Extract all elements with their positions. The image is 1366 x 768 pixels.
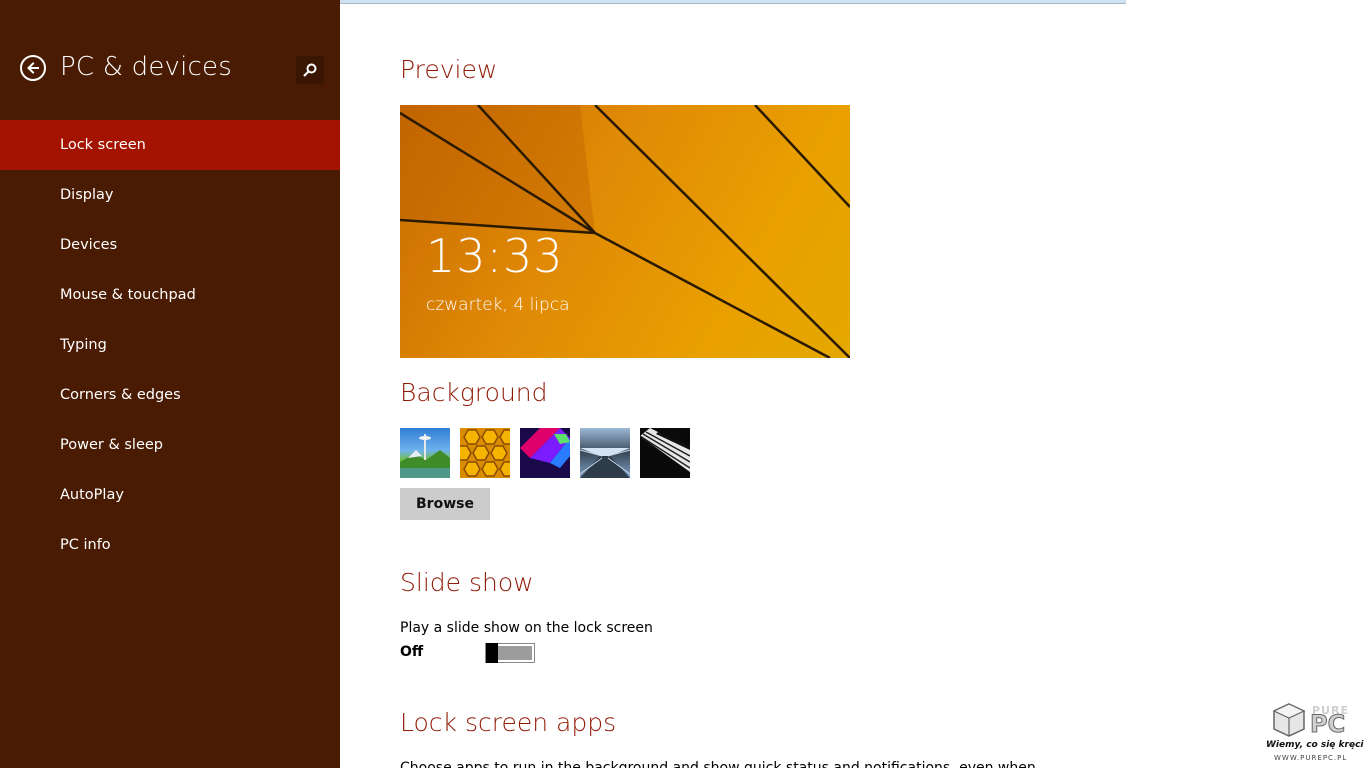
sidebar-title: PC & devices [60, 52, 232, 82]
piano-keys-graphic [640, 428, 690, 472]
watermark-slogan: Wiemy, co się kręci ! [1266, 740, 1366, 750]
settings-window: PC & devices Lock screen Display Devices… [0, 0, 1366, 768]
background-thumbnail-piano[interactable] [640, 428, 690, 478]
sidebar-item-autoplay[interactable]: AutoPlay [0, 470, 340, 520]
sidebar-item-mouse-touchpad[interactable]: Mouse & touchpad [0, 270, 340, 320]
sidebar-item-lock-screen[interactable]: Lock screen [0, 120, 340, 170]
lock-screen-apps-description: Choose apps to run in the background and… [400, 760, 1036, 768]
background-heading: Background [400, 378, 548, 407]
toggle-track [498, 646, 532, 660]
preview-clock: 13:33 [426, 229, 564, 283]
cube-logo-icon [1272, 703, 1306, 737]
lock-screen-preview: 13:33 czwartek, 4 lipca [400, 105, 850, 358]
sidebar-item-devices[interactable]: Devices [0, 220, 340, 270]
browse-button[interactable]: Browse [400, 488, 490, 520]
background-thumbnail-honeycomb[interactable] [460, 428, 510, 478]
slide-show-toggle-state: Off [400, 644, 424, 660]
background-thumbnail-abstract[interactable] [520, 428, 570, 478]
watermark-url: WWW.PUREPC.PL [1274, 754, 1348, 762]
honeycomb-graphic [460, 429, 510, 477]
content-pane: Preview 13:33 czwartek, 4 lipca Backgrou… [400, 0, 1260, 768]
sidebar-item-pc-info[interactable]: PC info [0, 520, 340, 570]
space-needle-graphic [400, 434, 450, 478]
slide-show-setting-label: Play a slide show on the lock screen [400, 620, 653, 636]
preview-date: czwartek, 4 lipca [426, 295, 570, 315]
toggle-knob [486, 643, 498, 663]
abstract-shapes-graphic [520, 428, 570, 468]
logo-text-pc: PC [1309, 710, 1346, 739]
search-button[interactable] [296, 56, 324, 84]
purepc-watermark: PURE PC Wiemy, co się kręci ! WWW.PUREPC… [1262, 700, 1366, 768]
lock-screen-apps-heading: Lock screen apps [400, 708, 617, 737]
tunnel-graphic [580, 448, 630, 478]
sidebar-item-display[interactable]: Display [0, 170, 340, 220]
back-button[interactable] [20, 55, 46, 81]
sidebar: PC & devices Lock screen Display Devices… [0, 0, 340, 768]
sidebar-item-power-sleep[interactable]: Power & sleep [0, 420, 340, 470]
background-thumbnails [400, 428, 700, 478]
search-icon [303, 63, 317, 77]
slide-show-toggle[interactable] [485, 643, 535, 663]
sidebar-nav: Lock screen Display Devices Mouse & touc… [0, 120, 340, 570]
back-arrow-icon [27, 62, 39, 74]
background-thumbnail-landscape[interactable] [400, 428, 450, 478]
sidebar-item-corners-edges[interactable]: Corners & edges [0, 370, 340, 420]
sidebar-item-typing[interactable]: Typing [0, 320, 340, 370]
background-thumbnail-tunnel[interactable] [580, 428, 630, 478]
slide-show-heading: Slide show [400, 568, 534, 597]
preview-heading: Preview [400, 55, 498, 84]
